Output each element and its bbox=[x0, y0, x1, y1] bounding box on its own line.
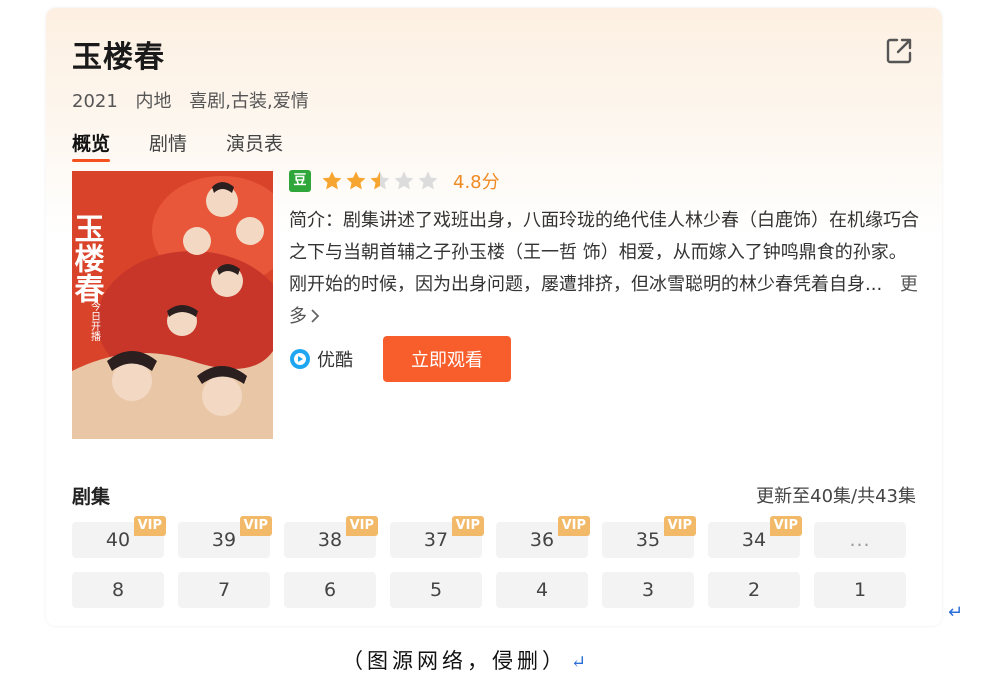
watch-now-button[interactable]: 立即观看 bbox=[383, 336, 511, 382]
paragraph-mark-icon: ↵ bbox=[571, 652, 587, 673]
star-rating bbox=[321, 170, 441, 192]
poster-artwork: 玉楼春 今日开播 bbox=[72, 171, 273, 439]
episodes-update-status: 更新至40集/共43集 bbox=[756, 486, 916, 507]
episode-button[interactable]: 3 bbox=[602, 572, 694, 608]
vip-badge: VIP bbox=[239, 516, 272, 536]
episode-button[interactable]: 35 VIP bbox=[602, 516, 696, 558]
tab-cast[interactable]: 演员表 bbox=[226, 129, 283, 162]
episode-button[interactable]: 36 VIP bbox=[496, 516, 590, 558]
poster-subtitle-text: 今日开播 bbox=[89, 300, 101, 342]
star-icon bbox=[370, 171, 390, 190]
episode-grid: 40 VIP 39 VIP 38 VIP 37 VIP 36 VIP 35 VIP 34 VI… bbox=[72, 516, 910, 608]
episode-button[interactable]: 2 bbox=[708, 572, 800, 608]
episode-button[interactable]: 37 VIP bbox=[390, 516, 484, 558]
image-caption: （图源网络，侵删） ↵ bbox=[342, 645, 586, 675]
show-meta: 2021 内地 喜剧,古装,爱情 bbox=[72, 87, 321, 113]
tab-overview[interactable]: 概览 bbox=[72, 129, 111, 162]
episode-button[interactable]: 39 VIP bbox=[178, 516, 272, 558]
episode-button[interactable]: 8 bbox=[72, 572, 164, 608]
episode-button[interactable]: 5 bbox=[390, 572, 482, 608]
douban-icon: 豆 bbox=[289, 170, 311, 192]
chevron-right-icon bbox=[311, 309, 320, 323]
episode-number: 37 bbox=[423, 529, 449, 551]
show-card: 玉楼春 2021 内地 喜剧,古装,爱情 概览 剧情 演员表 玉楼春 今日开播 … bbox=[46, 8, 942, 626]
more-episodes-button[interactable]: ... bbox=[814, 522, 906, 558]
caption-text: （图源网络，侵删） bbox=[342, 649, 567, 673]
youku-icon bbox=[290, 349, 310, 369]
poster-image[interactable]: 玉楼春 今日开播 bbox=[72, 171, 273, 439]
episode-button[interactable]: 38 VIP bbox=[284, 516, 378, 558]
show-year: 2021 bbox=[72, 91, 118, 112]
vip-badge: VIP bbox=[557, 516, 590, 536]
paragraph-mark-icon: ↵ bbox=[948, 602, 964, 623]
episodes-title: 剧集 bbox=[72, 486, 111, 508]
episode-number: 34 bbox=[741, 529, 767, 551]
vip-badge: VIP bbox=[663, 516, 696, 536]
star-icon bbox=[418, 171, 438, 190]
vip-badge: VIP bbox=[133, 516, 166, 536]
show-region: 内地 bbox=[135, 91, 172, 112]
intro-body: 简介：剧集讲述了戏班出身，八面玲珑的绝代佳人林少春（白鹿饰）在机缘巧合之下与当朝… bbox=[289, 210, 919, 295]
episode-button[interactable]: 34 VIP bbox=[708, 516, 802, 558]
intro-text: 简介：剧集讲述了戏班出身，八面玲珑的绝代佳人林少春（白鹿饰）在机缘巧合之下与当朝… bbox=[289, 205, 919, 333]
episode-button[interactable]: 4 bbox=[496, 572, 588, 608]
star-icon bbox=[346, 171, 366, 190]
star-icon bbox=[394, 171, 414, 190]
show-title: 玉楼春 bbox=[72, 40, 165, 75]
episode-number: 35 bbox=[635, 529, 661, 551]
episode-number: 39 bbox=[211, 529, 237, 551]
vip-badge: VIP bbox=[345, 516, 378, 536]
episode-number: 36 bbox=[529, 529, 555, 551]
rating-score: 4.8分 bbox=[453, 172, 500, 193]
source-row: 优酷 立即观看 bbox=[289, 336, 511, 382]
tab-bar: 概览 剧情 演员表 bbox=[72, 129, 322, 162]
show-genres: 喜剧,古装,爱情 bbox=[189, 91, 309, 112]
episode-button[interactable]: 6 bbox=[284, 572, 376, 608]
source-name[interactable]: 优酷 bbox=[317, 346, 353, 372]
star-icon bbox=[322, 171, 342, 190]
episode-number: 40 bbox=[105, 529, 131, 551]
poster-title-text: 玉楼春 bbox=[72, 213, 105, 303]
vip-badge: VIP bbox=[451, 516, 484, 536]
episode-button[interactable]: 7 bbox=[178, 572, 270, 608]
vip-badge: VIP bbox=[769, 516, 802, 536]
episode-button[interactable]: 1 bbox=[814, 572, 906, 608]
episode-button[interactable]: 40 VIP bbox=[72, 516, 166, 558]
episode-number: 38 bbox=[317, 529, 343, 551]
tab-plot[interactable]: 剧情 bbox=[149, 129, 187, 162]
share-icon[interactable] bbox=[884, 36, 914, 66]
rating-row: 豆 4.8分 bbox=[289, 168, 500, 194]
